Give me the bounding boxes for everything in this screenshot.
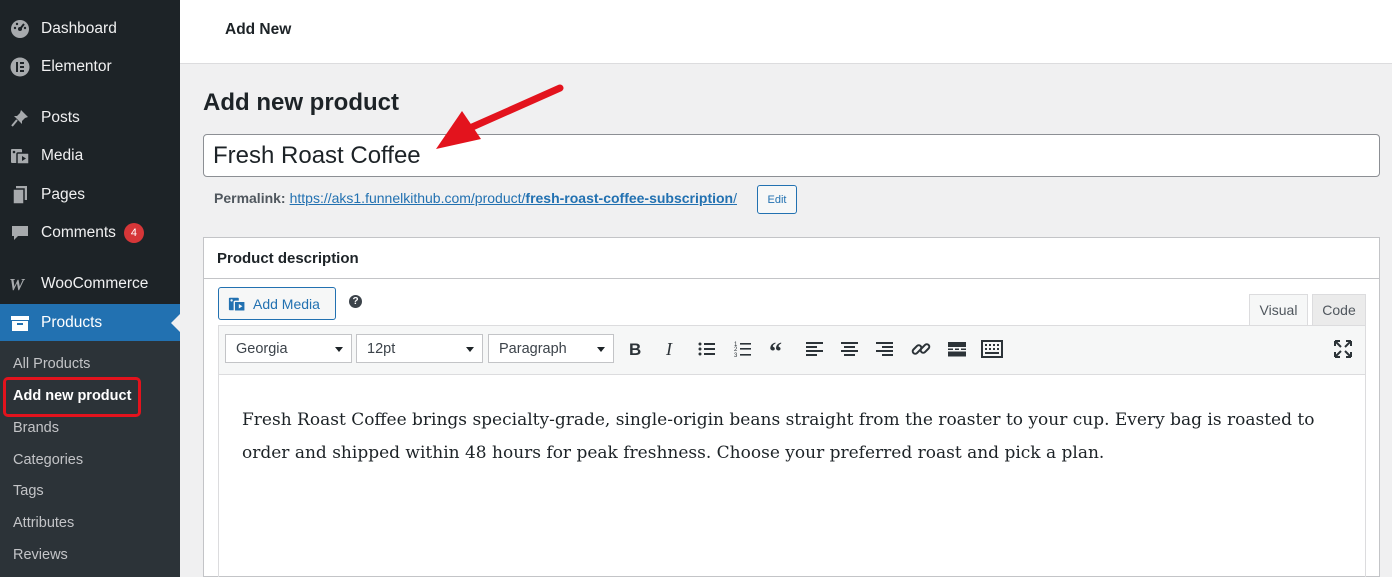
- sidebar-item-comments[interactable]: Comments 4: [0, 215, 180, 251]
- comments-count-badge: 4: [123, 223, 144, 243]
- media-icon: [228, 297, 246, 312]
- elementor-icon: [9, 56, 31, 78]
- sidebar-item-woocommerce[interactable]: W WooCommerce: [0, 266, 180, 302]
- align-right-icon[interactable]: [874, 338, 896, 360]
- submenu-attributes[interactable]: Attributes: [13, 511, 74, 535]
- sidebar-item-products[interactable]: Products: [0, 304, 180, 342]
- font-size-select[interactable]: 12pt: [356, 334, 483, 363]
- font-family-select[interactable]: Georgia: [225, 334, 352, 363]
- description-content[interactable]: Fresh Roast Coffee brings specialty-grad…: [242, 404, 1322, 470]
- top-bar: Add New: [180, 0, 1392, 64]
- woocommerce-icon: W: [9, 273, 31, 295]
- permalink-edit-button[interactable]: Edit: [757, 185, 797, 214]
- format-select[interactable]: Paragraph: [488, 334, 614, 363]
- pages-icon: [9, 184, 31, 206]
- numbered-list-icon[interactable]: 123: [732, 338, 754, 360]
- help-icon[interactable]: ?: [349, 295, 362, 308]
- svg-text:3: 3: [734, 353, 738, 358]
- link-icon[interactable]: [910, 338, 932, 360]
- read-more-icon[interactable]: [946, 338, 968, 360]
- submenu-categories[interactable]: Categories: [13, 448, 83, 472]
- sidebar-item-label: WooCommerce: [41, 275, 149, 292]
- panel-title: Product description: [217, 250, 359, 267]
- permalink-slug: fresh-roast-coffee-subscription: [525, 190, 734, 206]
- permalink-trailing: /: [733, 190, 737, 206]
- svg-text:W: W: [9, 276, 26, 292]
- page-title: Add new product: [203, 89, 399, 116]
- comment-icon: [9, 222, 31, 244]
- permalink-link[interactable]: https://aks1.funnelkithub.com/product/fr…: [290, 190, 737, 206]
- submenu-reviews[interactable]: Reviews: [13, 543, 68, 567]
- permalink-row: Permalink: https://aks1.funnelkithub.com…: [214, 190, 737, 206]
- bold-icon[interactable]: B: [624, 338, 646, 360]
- font-size-value: 12pt: [367, 340, 396, 357]
- sidebar-item-posts[interactable]: Posts: [0, 100, 180, 136]
- sidebar-item-label: Dashboard: [41, 20, 117, 37]
- permalink-base: https://aks1.funnelkithub.com/product/: [289, 190, 526, 206]
- tab-code[interactable]: Code: [1312, 294, 1366, 326]
- panel-header: Product description: [204, 238, 1379, 279]
- archive-icon: [9, 312, 31, 334]
- add-media-button[interactable]: Add Media: [218, 287, 336, 320]
- toolbar-toggle-icon[interactable]: [981, 338, 1003, 360]
- bullet-list-icon[interactable]: [696, 338, 718, 360]
- align-left-icon[interactable]: [804, 338, 826, 360]
- submenu-brands[interactable]: Brands: [13, 416, 59, 440]
- font-family-value: Georgia: [236, 340, 288, 357]
- add-media-label: Add Media: [253, 295, 320, 312]
- highlight-box: [3, 377, 141, 417]
- sidebar-item-label: Media: [41, 147, 84, 164]
- sidebar-item-label: Comments: [41, 224, 116, 241]
- dashboard-icon: [9, 18, 31, 40]
- chevron-down-icon: [597, 347, 605, 352]
- top-bar-title: Add New: [225, 21, 292, 38]
- permalink-label: Permalink:: [214, 190, 286, 206]
- sidebar-item-label: Pages: [41, 186, 85, 203]
- pin-icon: [9, 107, 31, 129]
- sidebar-item-elementor[interactable]: Elementor: [0, 49, 180, 85]
- blockquote-icon[interactable]: “: [768, 338, 790, 360]
- fullscreen-icon[interactable]: [1332, 338, 1354, 360]
- chevron-down-icon: [335, 347, 343, 352]
- sidebar-item-label: Posts: [41, 109, 80, 126]
- sidebar-item-dashboard[interactable]: Dashboard: [0, 11, 180, 47]
- product-title-input[interactable]: Fresh Roast Coffee: [203, 134, 1380, 177]
- italic-icon[interactable]: I: [660, 338, 682, 360]
- submenu-tags[interactable]: Tags: [13, 479, 44, 503]
- chevron-down-icon: [466, 347, 474, 352]
- admin-sidebar: Dashboard Elementor Posts Media Pages Co…: [0, 0, 180, 577]
- description-editor: Georgia 12pt Paragraph B I 123 “ Fresh R…: [218, 325, 1366, 577]
- sidebar-item-media[interactable]: Media: [0, 138, 180, 174]
- tab-visual[interactable]: Visual: [1249, 294, 1308, 326]
- svg-text:I: I: [665, 340, 673, 358]
- align-center-icon[interactable]: [839, 338, 861, 360]
- sidebar-item-label: Products: [41, 314, 103, 331]
- media-icon: [9, 145, 31, 167]
- editor-toolbar: Georgia 12pt Paragraph B I 123 “: [219, 326, 1365, 375]
- svg-text:B: B: [629, 340, 641, 358]
- svg-text:“: “: [769, 341, 782, 357]
- submenu-all-products[interactable]: All Products: [13, 352, 90, 376]
- sidebar-item-label: Elementor: [41, 58, 112, 75]
- format-value: Paragraph: [499, 340, 567, 357]
- product-description-panel: Product description Add Media ? Visual C…: [203, 237, 1380, 577]
- sidebar-item-pages[interactable]: Pages: [0, 177, 180, 213]
